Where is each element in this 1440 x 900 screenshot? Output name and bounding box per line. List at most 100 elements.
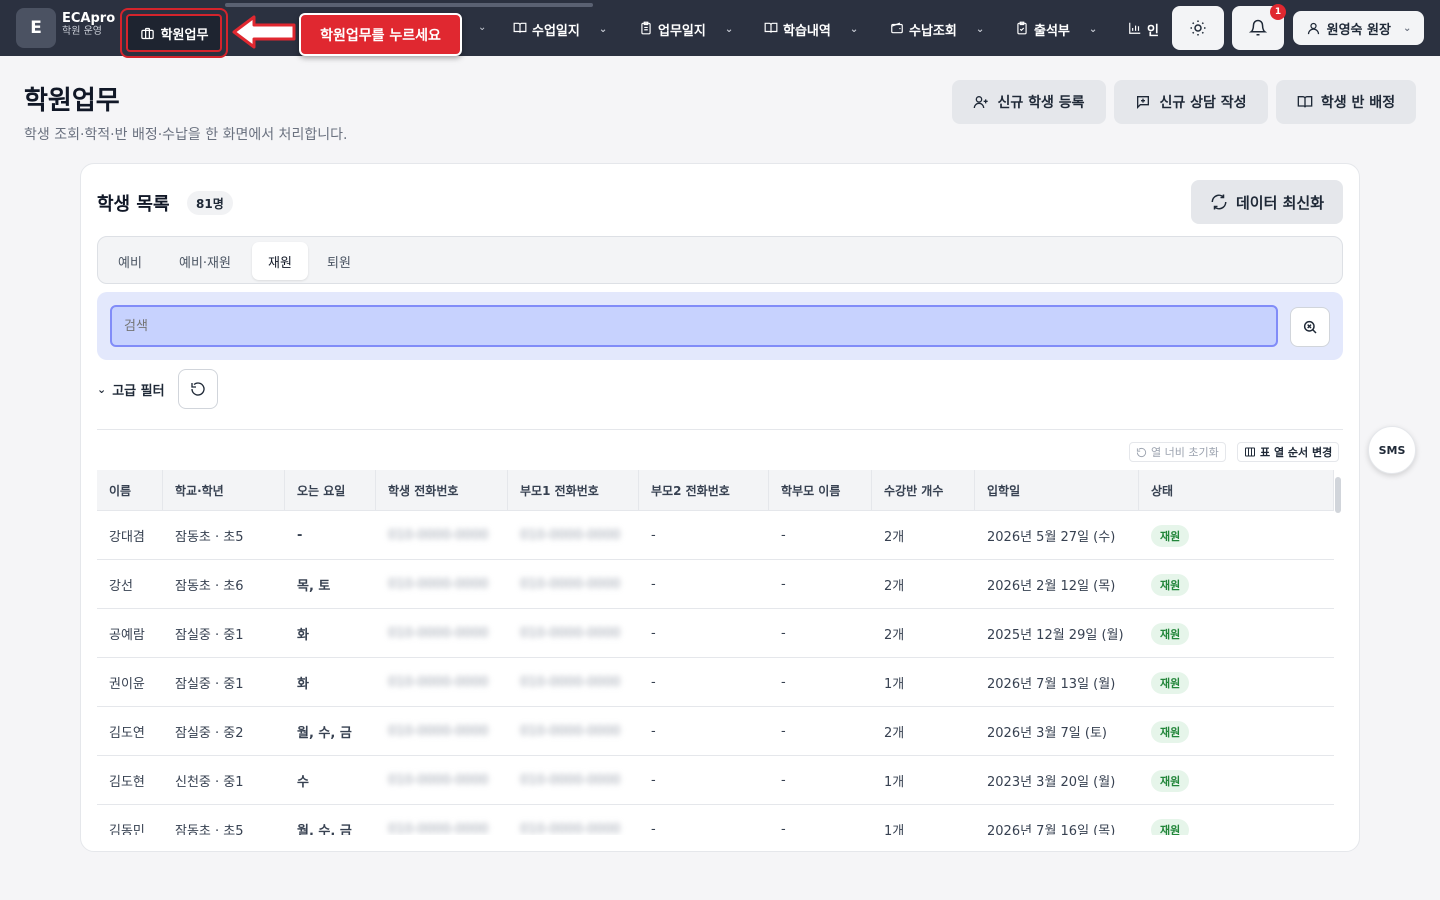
column-header[interactable]: 이름 [97, 470, 163, 511]
refresh-data-button[interactable]: 데이터 최신화 [1191, 180, 1343, 224]
cell-join-date: 2025년 12월 29일 (월) [987, 628, 1124, 643]
student-list-card: 학생 목록 81명 데이터 최신화 예비 예비·재원 재원 퇴원 ⌄ 고급 필터… [80, 163, 1360, 852]
cell-parent1-phone: 010-0000-0000 [520, 822, 621, 835]
reset-column-width-button[interactable]: 열 너비 초기화 [1129, 442, 1226, 462]
chevron-down-icon: ⌄ [1402, 22, 1412, 34]
cell-student-phone: 010-0000-0000 [388, 675, 489, 690]
table-row[interactable]: 김동민 잠동초 · 초5 월, 수, 금 010-0000-0000 010-0… [97, 805, 1334, 835]
nav-item-payments[interactable]: 수납조회 ⌄ [890, 20, 984, 39]
button-label: 데이터 최신화 [1235, 193, 1325, 212]
cell-join-date: 2026년 7월 16일 (목) [987, 824, 1116, 835]
assign-class-button[interactable]: 학생 반 배정 [1276, 80, 1416, 124]
tab-withdrawn[interactable]: 퇴원 [314, 242, 364, 280]
theme-toggle-button[interactable] [1172, 6, 1224, 50]
nav-item-class-log[interactable]: 수업일지 ⌄ [513, 20, 607, 39]
notifications-button[interactable]: 1 [1232, 4, 1286, 50]
chevron-down-icon[interactable]: ⌄ [478, 22, 486, 33]
search-input[interactable] [110, 305, 1278, 347]
nav-item-statistics[interactable]: 인 [1128, 20, 1159, 39]
table-row[interactable]: 권이윤 잠실중 · 중1 화 010-0000-0000 010-0000-00… [97, 658, 1334, 707]
table-row[interactable]: 김도현 신천중 · 중1 수 010-0000-0000 010-0000-00… [97, 756, 1334, 805]
column-header[interactable]: 수강반 개수 [872, 470, 975, 511]
new-student-button[interactable]: 신규 학생 등록 [952, 80, 1106, 124]
table-scrollbar[interactable] [1335, 477, 1341, 513]
column-header[interactable]: 학부모 이름 [769, 470, 872, 511]
nav-highlight-frame: 학원업무 [120, 8, 228, 58]
search-button[interactable] [1290, 307, 1330, 347]
columns-icon [1245, 447, 1255, 457]
nav-item-work-log[interactable]: 업무일지 ⌄ [639, 20, 733, 39]
status-badge: 재원 [1151, 818, 1190, 835]
cell-name: 공예람 [109, 628, 145, 643]
cell-name: 김동민 [109, 824, 145, 835]
status-badge: 재원 [1151, 573, 1190, 596]
cell-parent-name: - [781, 626, 786, 641]
cell-school: 신천중 · 중1 [175, 775, 244, 790]
nav-item-academy-work[interactable]: 학원업무 [126, 14, 222, 52]
nav-item-attendance[interactable]: 출석부 ⌄ [1015, 20, 1097, 39]
tab-prospective-enrolled[interactable]: 예비·재원 [166, 242, 244, 280]
column-header[interactable]: 오는 요일 [285, 470, 376, 511]
cell-join-date: 2026년 7월 13일 (월) [987, 677, 1116, 692]
sun-icon [1190, 20, 1206, 36]
reset-filter-button[interactable] [178, 369, 218, 409]
advanced-filter-toggle[interactable]: ⌄ 고급 필터 [97, 380, 165, 399]
cell-name: 강대겸 [109, 530, 145, 545]
cell-name: 김도현 [109, 775, 145, 790]
cell-days: 화 [297, 677, 309, 692]
message-plus-icon [1137, 96, 1150, 109]
cell-student-phone: 010-0000-0000 [388, 724, 489, 739]
table-row[interactable]: 김도연 잠실중 · 중2 월, 수, 금 010-0000-0000 010-0… [97, 707, 1334, 756]
status-badge: 재원 [1151, 671, 1190, 694]
page-subtitle: 학생 조회·학적·반 배정·수납을 한 화면에서 처리합니다. [24, 127, 348, 143]
tab-prospective[interactable]: 예비 [106, 242, 154, 280]
cell-student-phone: 010-0000-0000 [388, 773, 489, 788]
nav-item-label: 업무일지 [658, 24, 706, 39]
brand-subtitle: 학원 운영 [62, 26, 102, 37]
cell-student-phone: 010-0000-0000 [388, 822, 489, 835]
nav-item-learning-history[interactable]: 학습내역 ⌄ [764, 20, 858, 39]
cell-days: - [297, 528, 303, 543]
sms-floating-button[interactable]: SMS [1368, 426, 1416, 474]
cell-school: 잠동초 · 초6 [175, 579, 244, 594]
user-menu-button[interactable]: 원영숙 원장 ⌄ [1293, 11, 1424, 45]
cell-parent1-phone: 010-0000-0000 [520, 724, 621, 739]
cell-parent1-phone: 010-0000-0000 [520, 626, 621, 641]
status-badge: 재원 [1151, 720, 1190, 743]
cell-school: 잠동초 · 초5 [175, 824, 244, 835]
table-row[interactable]: 강선 잠동초 · 초6 목, 토 010-0000-0000 010-0000-… [97, 560, 1334, 609]
status-badge: 재원 [1151, 769, 1190, 792]
cell-parent2-phone: - [651, 724, 656, 739]
column-header[interactable]: 부모1 전화번호 [508, 470, 639, 511]
cell-days: 월, 수, 금 [297, 824, 352, 835]
nav-scrollbar[interactable] [225, 3, 593, 7]
column-header[interactable]: 학교·학년 [163, 470, 285, 511]
cell-student-phone: 010-0000-0000 [388, 577, 489, 592]
nav-item-label: 출석부 [1034, 24, 1070, 39]
column-header[interactable]: 입학일 [975, 470, 1139, 511]
column-header[interactable]: 상태 [1139, 470, 1334, 511]
button-label: 학생 반 배정 [1320, 95, 1396, 111]
column-order-button[interactable]: 표 열 순서 변경 [1237, 442, 1340, 462]
cell-parent-name: - [781, 675, 786, 690]
top-navigation-bar: E ECApro 학원 운영 학원업무 라 ⌄ 학원업무를 누르세요 수업일지 … [0, 0, 1440, 58]
column-header[interactable]: 학생 전화번호 [376, 470, 508, 511]
cell-school: 잠실중 · 중1 [175, 628, 244, 643]
tutorial-callout: 학원업무를 누르세요 [299, 13, 462, 56]
app-logo[interactable]: E [16, 8, 56, 48]
chevron-down-icon: ⌄ [598, 24, 608, 35]
notification-badge: 1 [1270, 4, 1286, 20]
nav-item-label: 학원업무 [160, 27, 209, 43]
table-row[interactable]: 공예람 잠실중 · 중1 화 010-0000-0000 010-0000-00… [97, 609, 1334, 658]
arrow-left-icon [232, 15, 296, 49]
cell-name: 김도연 [109, 726, 145, 741]
new-consultation-button[interactable]: 신규 상담 작성 [1114, 80, 1268, 124]
cell-school: 잠실중 · 중1 [175, 677, 244, 692]
column-header[interactable]: 부모2 전화번호 [639, 470, 769, 511]
tab-enrolled[interactable]: 재원 [252, 242, 308, 280]
search-clear-icon [1303, 320, 1317, 334]
cell-class-count: 1개 [884, 824, 905, 835]
table-row[interactable]: 강대겸 잠동초 · 초5 - 010-0000-0000 010-0000-00… [97, 511, 1334, 560]
cell-join-date: 2026년 2월 12일 (목) [987, 579, 1116, 594]
cell-class-count: 2개 [884, 579, 905, 594]
